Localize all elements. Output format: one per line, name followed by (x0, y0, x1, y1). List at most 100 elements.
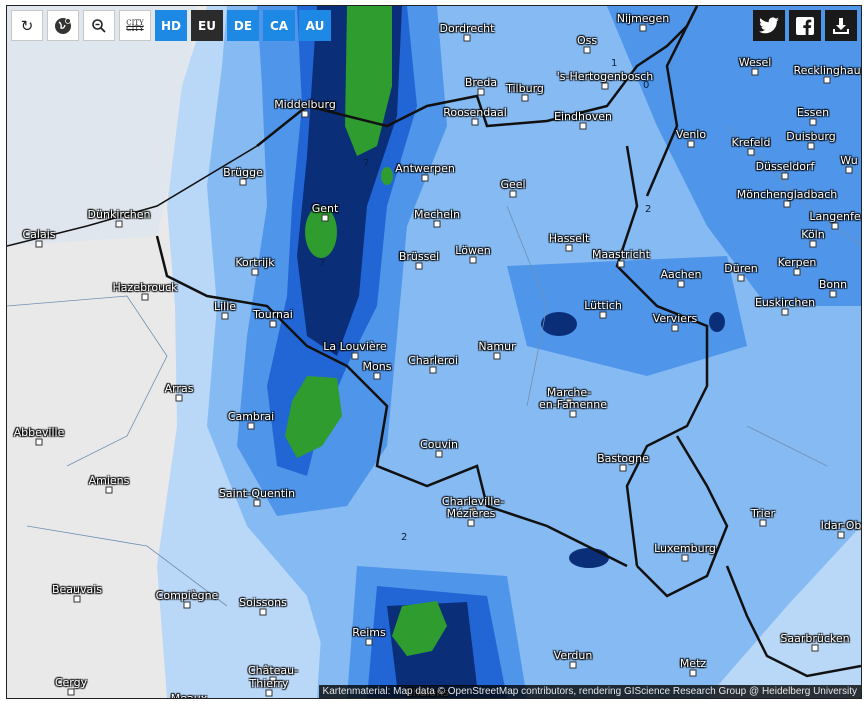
city-marker (751, 68, 759, 76)
city-marker (569, 661, 577, 669)
city-marker (221, 312, 229, 320)
city-toggle-bottom: CITY (126, 24, 144, 33)
city-marker (509, 190, 517, 198)
city-marker (421, 174, 429, 182)
city-marker (747, 148, 755, 156)
city-marker (429, 366, 437, 374)
city-marker (737, 274, 745, 282)
city-marker (809, 240, 817, 248)
city-marker (793, 268, 801, 276)
city-marker (569, 410, 577, 418)
city-marker (251, 268, 259, 276)
facebook-share-button[interactable] (789, 10, 821, 41)
city-marker (579, 122, 587, 130)
contour-label: 7 (319, 258, 325, 269)
city-marker (35, 240, 43, 248)
city-marker (759, 519, 767, 527)
city-marker (601, 82, 609, 90)
city-marker (415, 262, 423, 270)
city-marker (781, 308, 789, 316)
precip-cell-verviers (709, 312, 725, 332)
city-marker (599, 311, 607, 319)
city-marker (265, 689, 273, 697)
city-marker (469, 256, 477, 264)
city-marker (837, 531, 845, 539)
city-marker (365, 638, 373, 646)
city-marker (141, 293, 149, 301)
region-ca-button[interactable]: CA (263, 10, 295, 41)
city-marker (781, 172, 789, 180)
city-marker (845, 166, 853, 174)
twitter-share-button[interactable] (753, 10, 785, 41)
precip-high-antwerpen (381, 167, 393, 185)
city-marker (783, 200, 791, 208)
city-marker (351, 352, 359, 360)
region-hd-button[interactable]: HD (155, 10, 187, 41)
twitter-icon (759, 16, 779, 33)
city-marker (565, 398, 573, 406)
download-button[interactable] (825, 10, 857, 41)
city-marker (617, 260, 625, 268)
globe-pin-icon (55, 17, 71, 34)
city-marker (175, 394, 183, 402)
city-marker (253, 499, 261, 507)
share-toolbar (753, 10, 857, 41)
city-marker (823, 76, 831, 84)
contour-label: 2 (645, 204, 651, 215)
precip-cell-luettich (541, 312, 577, 336)
location-button[interactable] (47, 10, 79, 41)
city-marker (239, 178, 247, 186)
city-marker (373, 372, 381, 380)
city-marker (433, 220, 441, 228)
city-marker (583, 46, 591, 54)
city-marker (321, 214, 329, 222)
city-marker (671, 324, 679, 332)
city-marker (424, 699, 431, 700)
region-au-button[interactable]: AU (299, 10, 331, 41)
region-eu-button[interactable]: EU (191, 10, 223, 41)
region-de-button[interactable]: DE (227, 10, 259, 41)
city-marker (493, 352, 501, 360)
map-toolbar: ↻ CITY CITY HD EU DE CA AU (11, 10, 331, 41)
zoom-out-button[interactable] (83, 10, 115, 41)
city-marker (35, 438, 43, 446)
city-marker (831, 222, 839, 230)
city-marker (521, 94, 529, 102)
city-marker (471, 118, 479, 126)
city-marker (73, 595, 81, 603)
city-marker (67, 688, 75, 696)
city-marker (809, 118, 817, 126)
download-icon (833, 17, 849, 34)
contour-label: 7 (363, 158, 369, 169)
city-marker (435, 450, 443, 458)
city-marker (619, 464, 627, 472)
city-marker (105, 486, 113, 494)
city-toggle-icon: CITY CITY (126, 19, 144, 33)
city-marker (689, 669, 697, 677)
contour-label: 2 (401, 532, 407, 543)
contour-label: 1 (611, 58, 617, 69)
city-marker (807, 142, 815, 150)
city-labels-toggle[interactable]: CITY CITY (119, 10, 151, 41)
city-marker (477, 88, 485, 96)
city-marker (463, 34, 471, 42)
zoom-out-icon (92, 18, 106, 33)
city-marker (565, 244, 573, 252)
city-marker (269, 320, 277, 328)
city-marker (639, 24, 647, 32)
city-marker (681, 554, 689, 562)
facebook-icon (796, 16, 814, 35)
map-attribution: Kartenmaterial: Map data © OpenStreetMap… (318, 685, 861, 698)
map-frame: 7 7 2 2 0 1 Dordrecht Nijmegen Oss Wesel Rec… (6, 5, 862, 699)
city-marker (467, 519, 475, 527)
refresh-button[interactable]: ↻ (11, 10, 43, 41)
city-marker (259, 608, 267, 616)
city-marker (115, 220, 123, 228)
city-marker (687, 140, 695, 148)
city-marker (301, 110, 309, 118)
city-marker (811, 644, 819, 652)
city-marker (269, 676, 277, 684)
precipitation-map[interactable]: 7 7 2 2 0 1 (7, 6, 861, 698)
city-marker (469, 507, 477, 515)
contour-label: 0 (643, 80, 649, 91)
